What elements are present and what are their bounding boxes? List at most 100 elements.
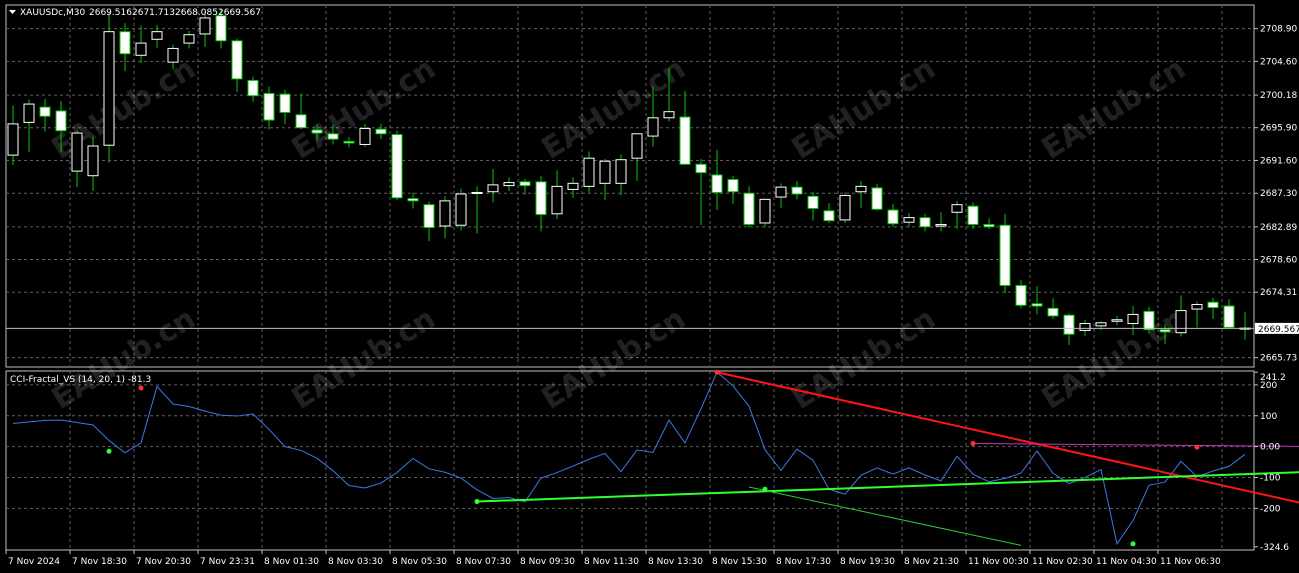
time-tick-label: 8 Nov 17:30 [776, 557, 831, 567]
candle-body [391, 134, 403, 199]
time-tick-label: 8 Nov 05:30 [392, 557, 447, 567]
time-tick-label: 8 Nov 01:30 [264, 557, 319, 567]
candle-body [423, 204, 435, 229]
candle-body [1095, 322, 1107, 327]
candle-body [647, 117, 659, 137]
time-axis: 7 Nov 2024 7 Nov 18:30 7 Nov 20:30 7 Nov 23… [5, 550, 1221, 567]
candle-body [567, 182, 579, 190]
price-tick-label: 2708.90 [1260, 25, 1297, 35]
time-tick-label: 11 Nov 04:30 [1096, 557, 1157, 567]
candle-body [599, 160, 611, 184]
candle-body [759, 198, 771, 224]
trading-chart-window[interactable]: EAHub.cn EAHub.cn EAHub.cn EAHub.cn EAHub.cn… [0, 0, 1299, 573]
candle-body [1063, 314, 1075, 335]
time-tick-label: 8 Nov 11:30 [584, 557, 639, 567]
price-tick-label: 2704.60 [1260, 57, 1297, 67]
candle-body [135, 42, 147, 56]
time-tick-label: 8 Nov 15:30 [712, 557, 767, 567]
candle-body [1031, 303, 1043, 307]
time-tick-label: 7 Nov 18:30 [72, 557, 127, 567]
time-tick-label: 11 Nov 02:30 [1032, 557, 1093, 567]
candle-body [183, 34, 195, 44]
candle-body [1191, 304, 1203, 310]
time-tick-label: 8 Nov 07:30 [456, 557, 511, 567]
candle-body [935, 223, 947, 227]
candle-body [1159, 329, 1171, 333]
candle-body [791, 186, 803, 195]
candle-body [471, 191, 483, 194]
ohlc-open: 2669.516 [89, 8, 132, 18]
candle-body [871, 187, 883, 210]
price-axis: 2708.90 2704.60 2700.18 2695.90 2691.60 2687.… [1254, 25, 1297, 364]
indicator-tick-label: -100 [1260, 473, 1281, 483]
candle-body [839, 195, 851, 221]
candle-body [1079, 323, 1091, 331]
candle-body [1127, 313, 1139, 325]
candle-body [151, 31, 163, 40]
ohlc-high: 2671.713 [132, 8, 175, 18]
time-tick-label: 11 Nov 00:30 [968, 557, 1029, 567]
candle-body [231, 40, 243, 80]
candle-body [1015, 284, 1027, 306]
indicator-tick-label: 0.00 [1260, 443, 1280, 453]
candle-body [343, 140, 355, 144]
candle-body [807, 195, 819, 209]
price-tick-label: 2687.30 [1260, 189, 1297, 199]
candle-body [679, 116, 691, 165]
fractal-down-marker [1130, 541, 1136, 547]
candle-body [375, 128, 387, 135]
fractal-up-marker [1194, 444, 1200, 450]
time-tick-label: 7 Nov 2024 [8, 557, 60, 567]
candle-body [823, 210, 835, 222]
indicator-tick-label: 200 [1260, 381, 1277, 391]
candle-body [263, 92, 275, 121]
candle-body [583, 157, 595, 187]
candle-body [695, 163, 707, 174]
candle-body [103, 31, 115, 146]
candle-body [743, 192, 755, 225]
indicator-tick-label: -324.6 [1260, 543, 1289, 553]
candle-body [71, 132, 83, 172]
candle-body [311, 129, 323, 134]
fractal-up-marker [138, 385, 144, 391]
price-tick-label: 2691.60 [1260, 156, 1297, 166]
candle-body [1143, 310, 1155, 331]
time-tick-label: 11 Nov 06:30 [1160, 557, 1221, 567]
time-tick-label: 8 Nov 09:30 [520, 557, 575, 567]
indicator-label: CCI-Fractal_VS (14, 20, 1) -81.3 [10, 375, 151, 385]
candle-body [999, 224, 1011, 286]
candle-body [455, 193, 467, 226]
candle-body [631, 133, 643, 159]
fractal-down-marker [106, 448, 112, 454]
time-tick-label: 7 Nov 23:31 [200, 557, 255, 567]
indicator-tick-label: -200 [1260, 504, 1281, 514]
candle-body [951, 204, 963, 213]
fractal-up-marker [714, 369, 720, 375]
price-pane[interactable] [5, 4, 1255, 368]
candle-body [23, 103, 35, 123]
candle-body [487, 184, 499, 193]
candle-body [711, 174, 723, 193]
candle-body [919, 217, 931, 228]
candle-body [1111, 319, 1123, 322]
candle-body [663, 111, 675, 119]
candle-body [359, 127, 371, 145]
candle-body [535, 181, 547, 216]
time-tick-label: 8 Nov 21:30 [904, 557, 959, 567]
time-tick-label: 8 Nov 13:30 [648, 557, 703, 567]
price-tick-label: 2674.31 [1260, 288, 1297, 298]
fractal-down-marker [762, 486, 768, 492]
ohlc-close: 2669.567 [218, 8, 261, 18]
candle-body [407, 198, 419, 202]
candle-body [215, 15, 227, 42]
candle-body [519, 181, 531, 187]
candle-body [55, 110, 67, 132]
candle-body [7, 123, 19, 156]
candle-body [119, 31, 131, 55]
symbol-label: XAUUSDc,M30 [20, 8, 85, 18]
candle-body [279, 93, 291, 113]
current-price-label: 2669.567 [1258, 325, 1299, 335]
candle-body [1047, 307, 1059, 317]
candle-body [295, 114, 307, 129]
candle-body [903, 217, 915, 223]
